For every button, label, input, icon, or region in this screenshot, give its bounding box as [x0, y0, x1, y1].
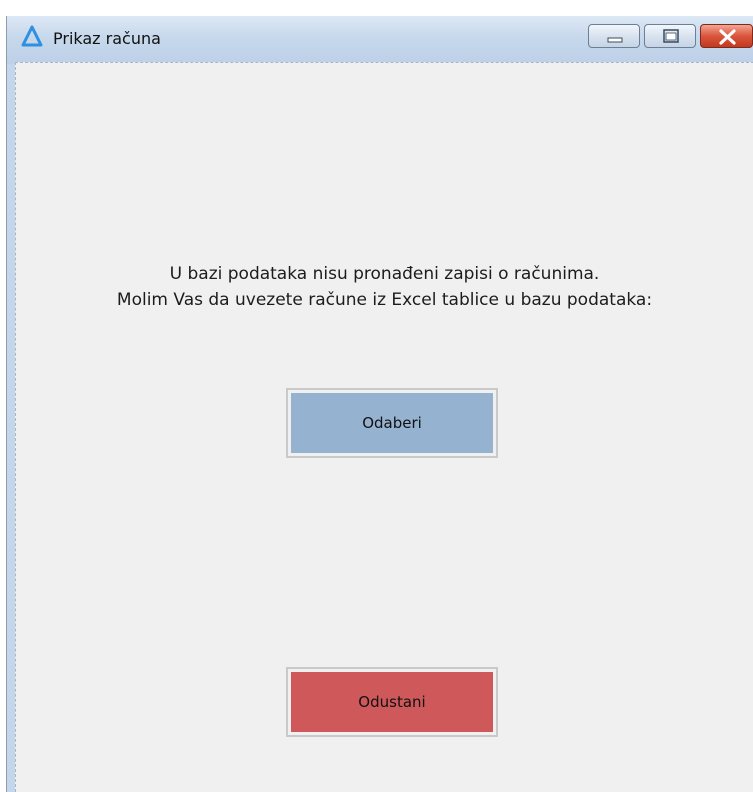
cancel-button-label: Odustani: [291, 672, 493, 732]
cancel-button[interactable]: Odustani: [286, 667, 498, 737]
screen: Prikaz računa U bazi podataka nisu prona…: [0, 0, 753, 792]
window-title: Prikaz računa: [53, 29, 161, 48]
message-line-2: Molim Vas da uvezete račune iz Excel tab…: [116, 290, 653, 310]
close-button[interactable]: [700, 24, 753, 48]
maximize-button[interactable]: [644, 24, 696, 48]
dialog-content: U bazi podataka nisu pronađeni zapisi o …: [15, 62, 753, 792]
message-line-1: U bazi podataka nisu pronađeni zapisi o …: [169, 264, 600, 284]
caption-buttons: [583, 24, 753, 50]
close-icon: [719, 29, 736, 45]
select-button-label: Odaberi: [291, 393, 493, 453]
minimize-icon: [607, 37, 623, 43]
select-button[interactable]: Odaberi: [286, 388, 498, 458]
dialog-window: Prikaz računa U bazi podataka nisu prona…: [6, 16, 753, 792]
info-message: U bazi podataka nisu pronađeni zapisi o …: [16, 261, 753, 313]
delta-icon: [21, 25, 43, 47]
minimize-button[interactable]: [588, 24, 640, 48]
maximize-icon: [663, 29, 679, 43]
title-bar[interactable]: Prikaz računa: [7, 16, 753, 64]
